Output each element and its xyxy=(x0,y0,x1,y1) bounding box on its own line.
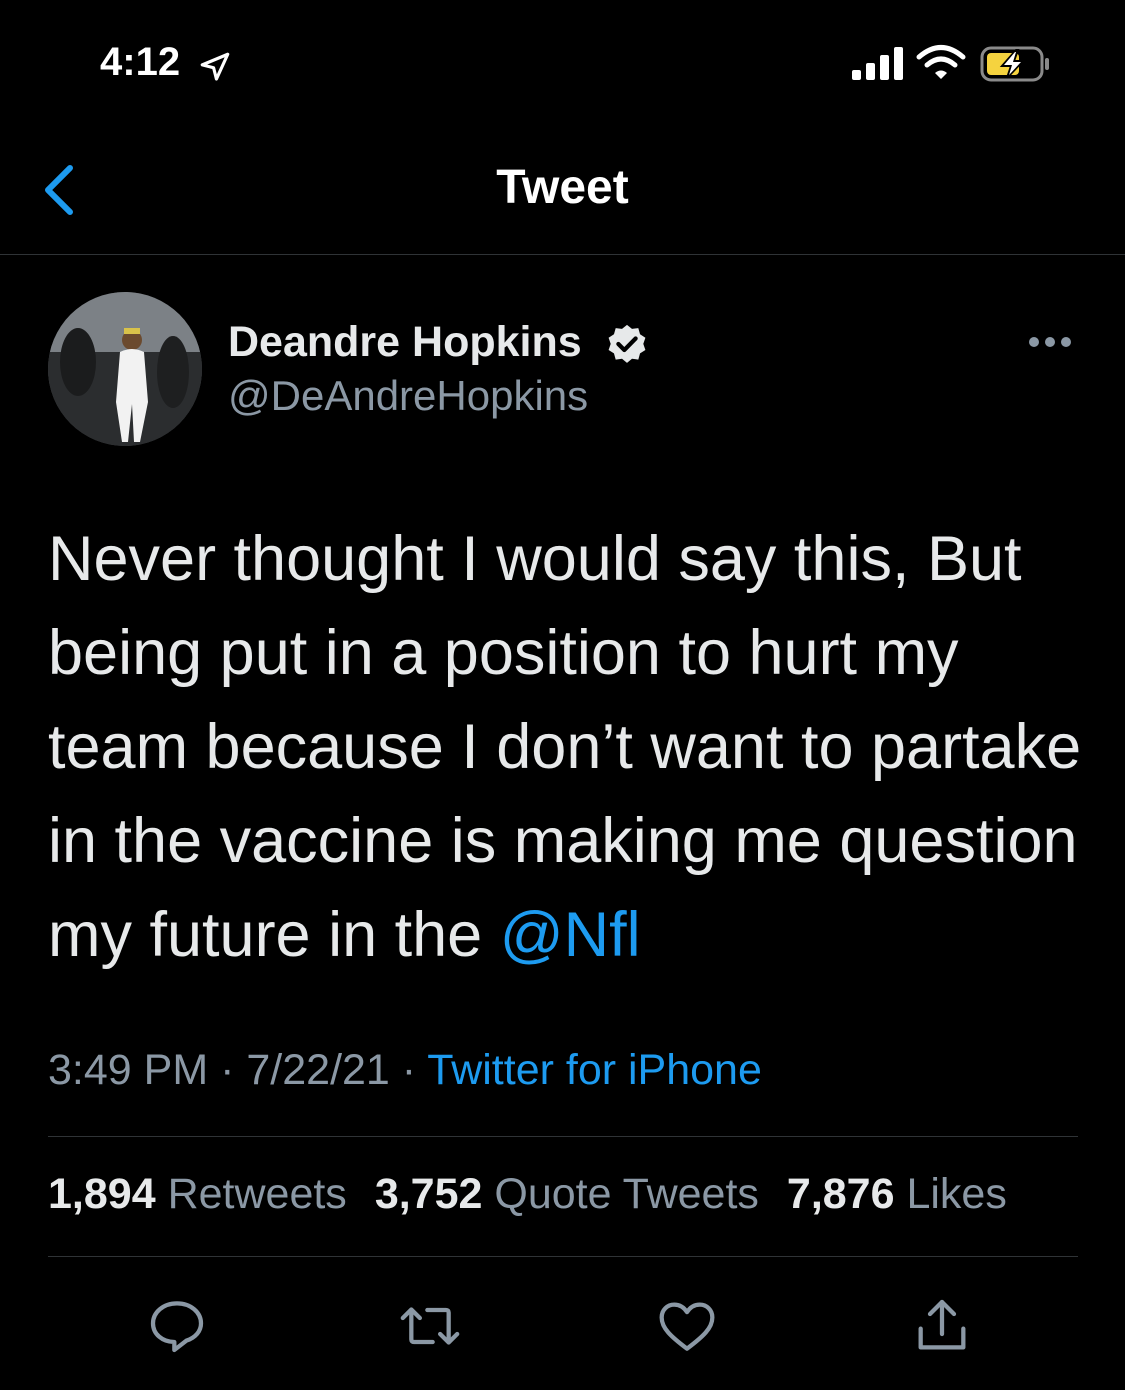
battery-charging-icon xyxy=(980,46,1049,82)
quotes-label: Quote Tweets xyxy=(494,1170,759,1218)
retweets-count: 1,894 xyxy=(48,1170,156,1218)
tweet-text: Never thought I would say this, But bein… xyxy=(48,512,1088,982)
like-icon[interactable] xyxy=(655,1294,719,1358)
meta-separator: · xyxy=(220,1046,235,1094)
quotes-count: 3,752 xyxy=(374,1170,483,1218)
meta-separator: · xyxy=(401,1046,417,1094)
author-handle[interactable]: @DeAndreHopkins xyxy=(228,372,588,420)
likes-count: 7,876 xyxy=(786,1170,895,1218)
location-arrow-icon xyxy=(200,52,230,81)
tweet-date: 7/22/21 xyxy=(246,1046,390,1094)
likes-stat[interactable]: 7,876 Likes xyxy=(787,1170,1007,1218)
quotes-stat[interactable]: 3,752 Quote Tweets xyxy=(375,1170,759,1218)
avatar[interactable] xyxy=(48,292,202,446)
wifi-icon xyxy=(916,45,966,79)
retweets-label: Retweets xyxy=(167,1170,347,1218)
tweet-meta: 3:49 PM · 7/22/21 · Twitter for iPhone xyxy=(48,1046,762,1095)
retweets-stat[interactable]: 1,894 Retweets xyxy=(48,1170,347,1218)
header-divider xyxy=(0,254,1125,255)
verified-badge-icon xyxy=(608,324,646,363)
reply-icon[interactable] xyxy=(145,1294,209,1358)
author-name[interactable]: Deandre Hopkins xyxy=(228,318,582,367)
retweet-icon[interactable] xyxy=(398,1294,462,1358)
share-icon[interactable] xyxy=(910,1294,974,1358)
page-title: Tweet xyxy=(496,161,629,214)
more-icon[interactable] xyxy=(1026,334,1074,350)
stats-divider xyxy=(48,1256,1078,1257)
meta-divider xyxy=(48,1136,1078,1137)
signal-icon xyxy=(852,47,903,80)
mention-link[interactable]: @Nfl xyxy=(500,900,641,970)
likes-label: Likes xyxy=(906,1170,1007,1218)
tweet-stats: 1,894 Retweets 3,752 Quote Tweets 7,876 Li… xyxy=(48,1170,1007,1219)
status-time: 4:12 xyxy=(100,40,181,84)
tweet-time: 3:49 PM xyxy=(48,1046,209,1094)
tweet-source-link[interactable]: Twitter for iPhone xyxy=(427,1046,762,1094)
